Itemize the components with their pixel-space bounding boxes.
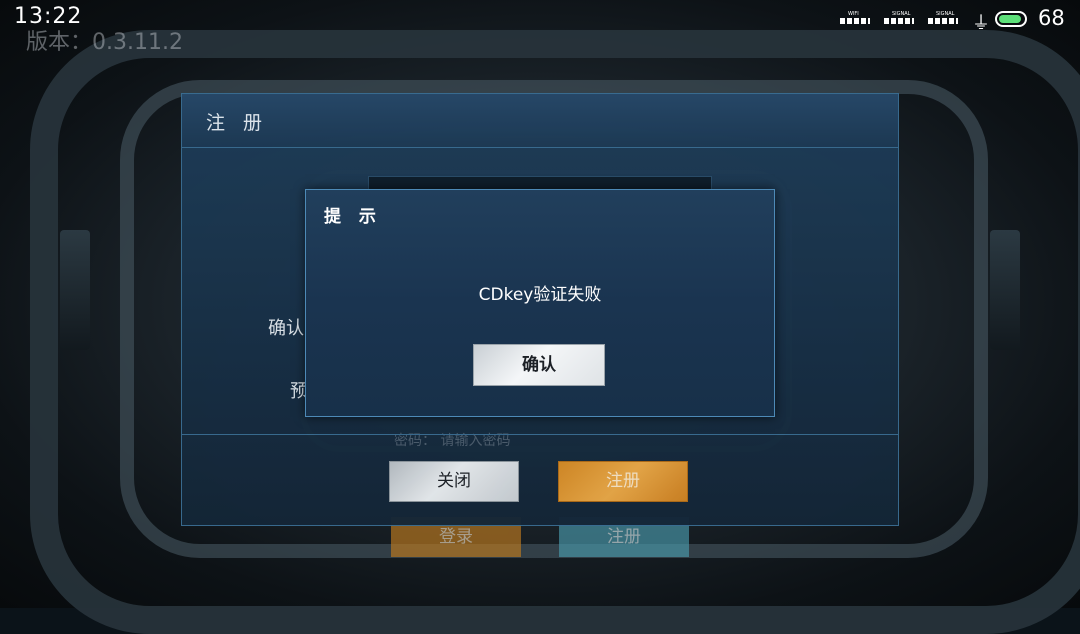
signal-icon: SIGNAL <box>928 11 958 24</box>
alert-dialog: 提 示 CDkey验证失败 确认 <box>305 189 775 417</box>
plug-icon: ⏚ <box>972 13 990 34</box>
register-button[interactable]: 注册 <box>558 461 688 502</box>
confirm-button[interactable]: 确认 <box>473 344 605 386</box>
version-label: 版本：0.3.11.2 <box>26 30 183 55</box>
password-hint: 密码： 请输入密码 <box>394 433 511 449</box>
wifi-icon: WIFI <box>840 11 870 24</box>
register-dialog-title: 注 册 <box>206 112 269 134</box>
corridor-pillar-left <box>60 230 90 350</box>
register-dialog-header: 注 册 <box>182 94 898 148</box>
alert-title: 提 示 <box>324 207 382 227</box>
corridor-pillar-right <box>990 230 1020 350</box>
divider <box>182 434 898 435</box>
signal-icon: SIGNAL <box>884 11 914 24</box>
battery-icon <box>995 11 1027 27</box>
battery-percent: 68 <box>1038 6 1065 30</box>
close-button[interactable]: 关闭 <box>389 461 519 502</box>
confirm-password-label: 确认 <box>268 318 304 339</box>
alert-message: CDkey验证失败 <box>478 285 602 305</box>
